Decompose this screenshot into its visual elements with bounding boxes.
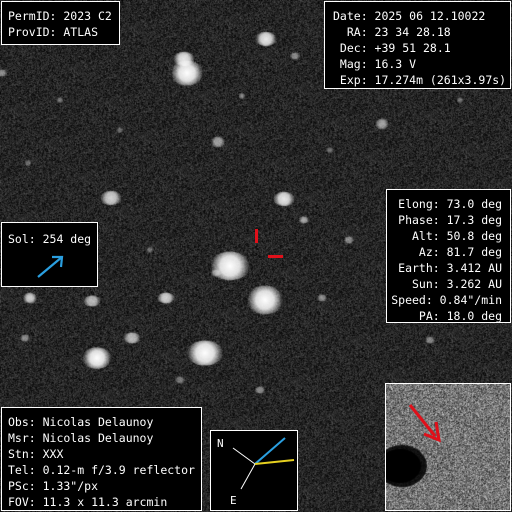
sun-distance-value: Sun: 3.262 AU (411, 277, 502, 291)
position-angle-value: PA: 18.0 deg (418, 309, 502, 323)
field-of-view: FOV: 11.3 x 11.3 arcmin (8, 495, 168, 509)
station-code: Stn: XXX (8, 447, 64, 461)
sun-direction-panel: Sol: 254 deg (1, 222, 98, 287)
elongation-value: Elong: 73.0 deg (398, 197, 502, 211)
orientation-compass: N E (210, 430, 298, 511)
phase-value: Phase: 17.3 deg (398, 213, 502, 227)
target-marker-top (255, 229, 258, 243)
identification-panel: PermID: 2023 C2 ProvID: ATLAS (1, 1, 120, 45)
earth-distance-value: Earth: 3.412 AU (398, 261, 502, 275)
sol-angle: Sol: 254 deg (8, 232, 92, 246)
prov-id: ProvID: ATLAS (8, 25, 99, 39)
telescope: Tel: 0.12-m f/3.9 reflector (8, 463, 195, 477)
dec-value: Dec: +39 51 28.1 (333, 41, 451, 55)
mag-value: Mag: 16.3 V (333, 57, 417, 71)
compass-rose-icon: N E (217, 437, 295, 507)
compass-east-label: E (230, 494, 237, 507)
exposure-value: Exp: 17.274m (261x3.97s) (333, 73, 507, 87)
observer-panel: Obs: Nicolas Delaunoy Msr: Nicolas Delau… (1, 407, 202, 511)
compass-north-label: N (217, 437, 224, 450)
measurer-name: Msr: Nicolas Delaunoy (8, 431, 154, 445)
azimuth-value: Az: 81.7 deg (418, 245, 502, 259)
ra-value: RA: 23 34 28.18 (333, 25, 451, 39)
zoom-inset (385, 383, 511, 511)
date-value: Date: 2025 06 12.10022 (333, 9, 486, 23)
pixel-scale: PSc: 1.33"/px (8, 479, 99, 493)
observer-name: Obs: Nicolas Delaunoy (8, 415, 154, 429)
perm-id: PermID: 2023 C2 (8, 9, 112, 23)
speed-value: Speed: 0.84"/min (391, 293, 502, 307)
sun-direction-arrow-icon (37, 255, 64, 278)
ephemeris-panel: Date: 2025 06 12.10022 RA: 23 34 28.18 D… (324, 1, 511, 89)
altitude-value: Alt: 50.8 deg (411, 229, 502, 243)
geometry-panel: Elong: 73.0 deg Phase: 17.3 deg Alt: 50.… (386, 189, 511, 323)
target-marker-right (268, 255, 283, 258)
target-arrow-icon (408, 404, 441, 443)
